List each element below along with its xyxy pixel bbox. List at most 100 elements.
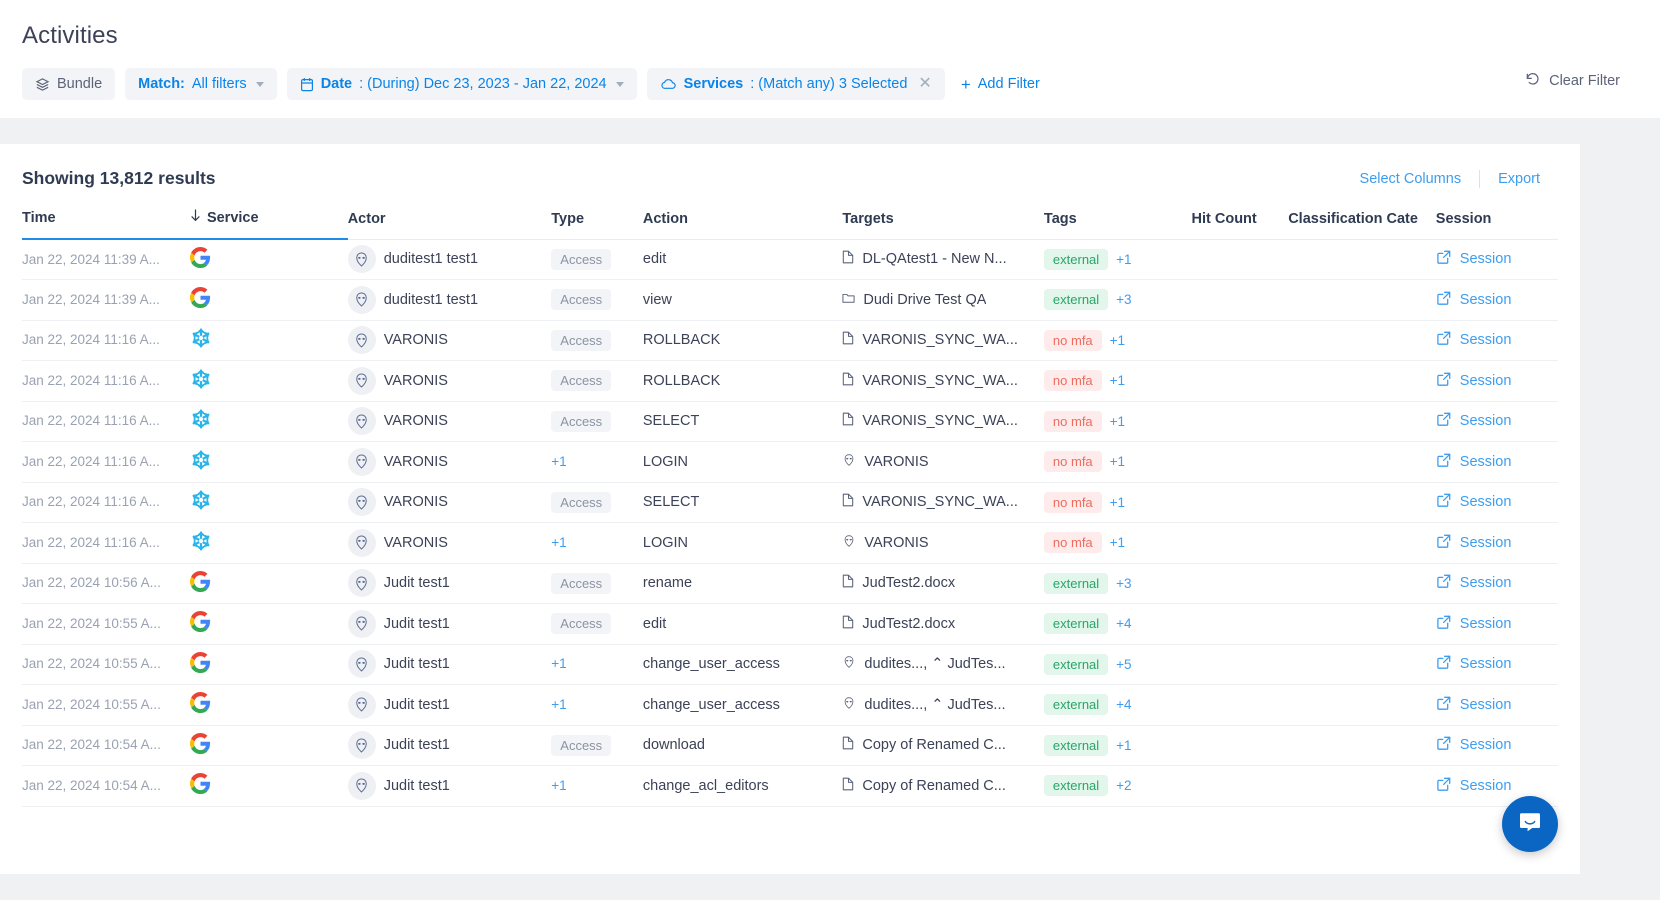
close-icon[interactable]: ✕ [918,76,931,92]
tags-more-link[interactable]: +1 [1116,738,1131,753]
bundle-button[interactable]: Bundle [22,68,115,100]
column-header-time[interactable]: Time [22,205,190,239]
tags-more-link[interactable]: +4 [1116,616,1131,631]
table-row[interactable]: Jan 22, 2024 10:54 A...Judit test1+1chan… [22,766,1558,807]
actor-name: Judit test1 [384,737,450,753]
tags-more-link[interactable]: +1 [1116,252,1131,267]
tags-more-link[interactable]: +1 [1110,333,1125,348]
cell-session: Session [1436,482,1558,523]
session-link[interactable]: Session [1436,614,1512,634]
tags-more-link[interactable]: +5 [1116,657,1131,672]
cell-classification [1288,482,1436,523]
type-more-link[interactable]: +1 [551,535,566,550]
table-row[interactable]: Jan 22, 2024 10:56 A...Judit test1Access… [22,563,1558,604]
type-more-link[interactable]: +1 [551,454,566,469]
date-filter-chip[interactable]: Date : (During) Dec 23, 2023 - Jan 22, 2… [287,68,637,100]
table-row[interactable]: Jan 22, 2024 11:16 A...VARONIS+1LOGINVAR… [22,523,1558,564]
avatar [348,731,376,759]
session-link[interactable]: Session [1436,330,1512,350]
type-more-link[interactable]: +1 [551,697,566,712]
cell-time: Jan 22, 2024 11:16 A... [22,442,190,483]
cell-classification [1288,685,1436,726]
session-link[interactable]: Session [1436,654,1512,674]
column-header-type[interactable]: Type [551,205,643,239]
session-link[interactable]: Session [1436,452,1512,472]
table-row[interactable]: Jan 22, 2024 11:39 A...duditest1 test1Ac… [22,239,1558,280]
column-header-action[interactable]: Action [643,205,843,239]
tags-more-link[interactable]: +1 [1110,454,1125,469]
cell-time: Jan 22, 2024 11:39 A... [22,280,190,321]
page-header: Activities Bundle Match: All filters [0,4,1660,118]
cell-tags: external+1 [1044,239,1192,280]
table-row[interactable]: Jan 22, 2024 11:16 A...VARONISAccessSELE… [22,482,1558,523]
intercom-chat-button[interactable] [1502,796,1558,852]
session-link[interactable]: Session [1436,290,1512,310]
cell-tags: external+3 [1044,563,1192,604]
tags-more-link[interactable]: +3 [1116,292,1131,307]
tags-more-link[interactable]: +1 [1110,535,1125,550]
type-badge: Access [551,492,611,513]
table-row[interactable]: Jan 22, 2024 11:16 A...VARONISAccessROLL… [22,361,1558,402]
session-link[interactable]: Session [1436,735,1512,755]
session-link[interactable]: Session [1436,492,1512,512]
column-header-actor[interactable]: Actor [348,205,552,239]
column-header-hit-count[interactable]: Hit Count [1192,205,1289,239]
cell-actor: duditest1 test1 [348,239,552,280]
column-header-classification[interactable]: Classification Cate [1288,205,1436,239]
avatar [348,488,376,516]
cell-time: Jan 22, 2024 10:56 A... [22,563,190,604]
session-link[interactable]: Session [1436,371,1512,391]
type-more-link[interactable]: +1 [551,778,566,793]
services-filter-chip[interactable]: Services : (Match any) 3 Selected ✕ [647,68,945,100]
session-link[interactable]: Session [1436,776,1512,796]
filter-bar: Bundle Match: All filters Date : (During… [22,68,1638,118]
cloud-icon [660,78,677,91]
cell-session: Session [1436,401,1558,442]
cell-actor: VARONIS [348,401,552,442]
session-link[interactable]: Session [1436,533,1512,553]
table-row[interactable]: Jan 22, 2024 10:55 A...Judit test1Access… [22,604,1558,645]
add-filter-button[interactable]: + Add Filter [955,76,1046,93]
cell-session: Session [1436,361,1558,402]
session-link[interactable]: Session [1436,411,1512,431]
table-row[interactable]: Jan 22, 2024 10:55 A...Judit test1+1chan… [22,685,1558,726]
cell-session: Session [1436,685,1558,726]
table-row[interactable]: Jan 22, 2024 11:39 A...duditest1 test1Ac… [22,280,1558,321]
table-row[interactable]: Jan 22, 2024 11:16 A...VARONIS+1LOGINVAR… [22,442,1558,483]
table-row[interactable]: Jan 22, 2024 11:16 A...VARONISAccessROLL… [22,320,1558,361]
session-label: Session [1460,373,1512,389]
column-header-tags[interactable]: Tags [1044,205,1192,239]
clear-filter-button[interactable]: Clear Filter [1525,71,1620,91]
external-link-icon [1436,776,1452,796]
tags-more-link[interactable]: +2 [1116,778,1131,793]
session-link[interactable]: Session [1436,695,1512,715]
tags-more-link[interactable]: +1 [1110,495,1125,510]
table-row[interactable]: Jan 22, 2024 10:54 A...Judit test1Access… [22,725,1558,766]
cell-classification [1288,320,1436,361]
session-label: Session [1460,778,1512,794]
cell-tags: external+4 [1044,604,1192,645]
column-header-service[interactable]: Service [190,205,348,239]
actor-name: duditest1 test1 [384,251,478,267]
table-row[interactable]: Jan 22, 2024 11:16 A...VARONISAccessSELE… [22,401,1558,442]
export-button[interactable]: Export [1480,171,1558,187]
match-filter-chip[interactable]: Match: All filters [125,68,277,100]
column-header-session[interactable]: Session [1436,205,1558,239]
cell-session: Session [1436,725,1558,766]
tags-more-link[interactable]: +3 [1116,576,1131,591]
cell-actor: Judit test1 [348,766,552,807]
tags-more-link[interactable]: +1 [1110,373,1125,388]
tags-more-link[interactable]: +1 [1110,414,1125,429]
cell-targets: Dudi Drive Test QA [842,280,1044,321]
cell-hit-count [1192,685,1289,726]
session-link[interactable]: Session [1436,573,1512,593]
select-columns-button[interactable]: Select Columns [1342,171,1480,187]
column-header-targets[interactable]: Targets [842,205,1044,239]
type-more-link[interactable]: +1 [551,656,566,671]
target-icon [842,696,856,714]
cell-type: +1 [551,442,643,483]
table-row[interactable]: Jan 22, 2024 10:55 A...Judit test1+1chan… [22,644,1558,685]
session-link[interactable]: Session [1436,249,1512,269]
tags-more-link[interactable]: +4 [1116,697,1131,712]
cell-time: Jan 22, 2024 10:55 A... [22,604,190,645]
